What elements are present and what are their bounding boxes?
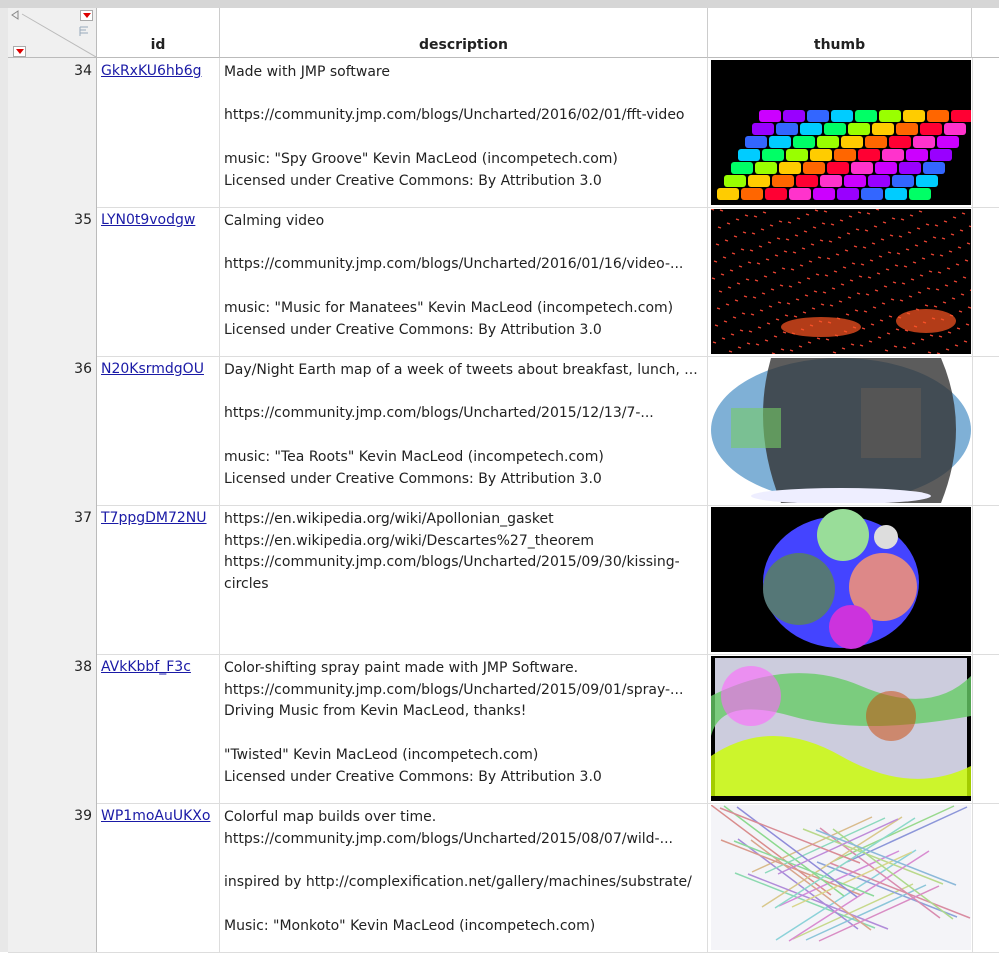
- row-number[interactable]: 38: [8, 654, 97, 803]
- rows-menu-button[interactable]: [13, 46, 26, 57]
- empty-cell: [972, 505, 999, 654]
- id-cell: LYN0t9vodgw: [97, 207, 220, 356]
- empty-cell: [972, 654, 999, 803]
- thumbnail-image: [711, 507, 971, 652]
- table-row[interactable]: 37 T7ppgDM72NU https://en.wikipedia.org/…: [8, 505, 999, 655]
- table-row[interactable]: 39 WP1moAuUKXo Colorful map builds over …: [8, 803, 999, 953]
- thumbnail-image: [711, 805, 971, 950]
- row-number[interactable]: 35: [8, 207, 97, 356]
- table-row[interactable]: 35 LYN0t9vodgw Calming video https://com…: [8, 207, 999, 357]
- thumbnail-image: [711, 656, 971, 801]
- table-row[interactable]: 34 GkRxKU6hb6g Made with JMP software ht…: [8, 58, 999, 208]
- video-id-link[interactable]: AVkKbbf_F3c: [101, 659, 191, 675]
- table-corner: [8, 8, 97, 58]
- column-header-empty: [972, 8, 999, 58]
- thumbnail-image: [711, 358, 971, 503]
- description-cell: Colorful map builds over time. https://c…: [220, 803, 708, 952]
- video-id-link[interactable]: N20KsrmdgOU: [101, 361, 204, 377]
- video-id-link[interactable]: GkRxKU6hb6g: [101, 63, 201, 79]
- table-row[interactable]: 38 AVkKbbf_F3c Color-shifting spray pain…: [8, 654, 999, 804]
- columns-menu-button[interactable]: [80, 10, 93, 21]
- description-cell: Day/Night Earth map of a week of tweets …: [220, 356, 708, 505]
- row-number[interactable]: 34: [8, 58, 97, 207]
- thumbnail-image: [711, 209, 971, 354]
- id-cell: AVkKbbf_F3c: [97, 654, 220, 803]
- empty-cell: [972, 207, 999, 356]
- description-cell: Color-shifting spray paint made with JMP…: [220, 654, 708, 803]
- id-cell: GkRxKU6hb6g: [97, 58, 220, 207]
- table-row[interactable]: 36 N20KsrmdgOU Day/Night Earth map of a …: [8, 356, 999, 506]
- thumbnail-image: [711, 60, 971, 205]
- row-number[interactable]: 37: [8, 505, 97, 654]
- row-number[interactable]: 39: [8, 803, 97, 952]
- column-header-description[interactable]: description: [220, 8, 708, 58]
- id-cell: T7ppgDM72NU: [97, 505, 220, 654]
- video-id-link[interactable]: WP1moAuUKXo: [101, 808, 210, 824]
- video-id-link[interactable]: T7ppgDM72NU: [101, 510, 207, 526]
- empty-cell: [972, 803, 999, 952]
- row-number[interactable]: 36: [8, 356, 97, 505]
- description-cell: Made with JMP software https://community…: [220, 58, 708, 207]
- description-cell: https://en.wikipedia.org/wiki/Apollonian…: [220, 505, 708, 654]
- video-id-link[interactable]: LYN0t9vodgw: [101, 212, 195, 228]
- description-cell: Calming video https://community.jmp.com/…: [220, 207, 708, 356]
- column-header-id[interactable]: id: [97, 8, 220, 58]
- id-cell: N20KsrmdgOU: [97, 356, 220, 505]
- column-header-thumb[interactable]: thumb: [708, 8, 972, 58]
- empty-cell: [972, 356, 999, 505]
- id-cell: WP1moAuUKXo: [97, 803, 220, 952]
- empty-cell: [972, 58, 999, 207]
